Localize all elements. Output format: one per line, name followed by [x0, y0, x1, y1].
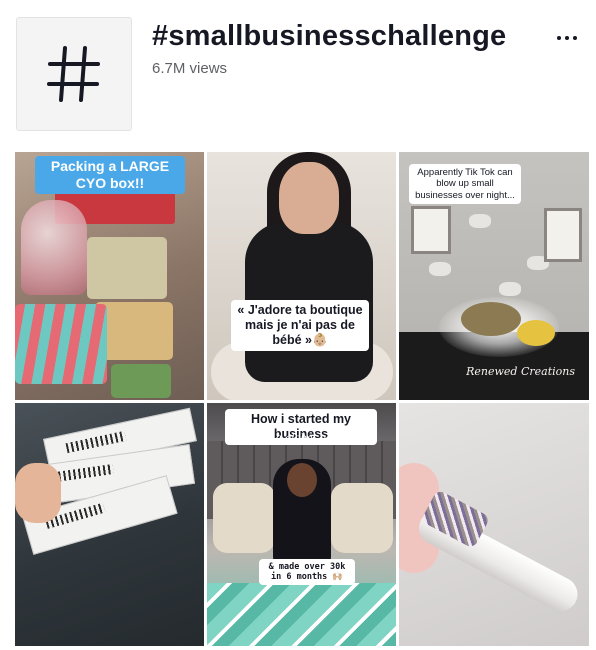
video-thumbnail[interactable]	[399, 403, 589, 646]
video-thumbnail[interactable]: Packing a LARGE CYO box!!	[15, 152, 204, 400]
video-caption: Packing a LARGE CYO box!!	[35, 156, 185, 194]
video-thumbnail[interactable]: How i started my business During a globa…	[207, 403, 396, 646]
hashtag-header: #smallbusinesschallenge 6.7M views	[0, 0, 596, 150]
pillow	[331, 483, 393, 553]
wallpaper-dog	[429, 262, 451, 276]
hash-icon	[47, 46, 100, 102]
wallpaper-dog	[469, 214, 491, 228]
pet-toy	[517, 320, 555, 346]
wall-frame	[544, 208, 582, 262]
video-caption: « J'adore ta boutique mais je n'ai pas d…	[231, 300, 369, 351]
view-count: 6.7M views	[152, 60, 228, 77]
product-packs	[207, 583, 396, 646]
video-thumbnail[interactable]: « J'adore ta boutique mais je n'ai pas d…	[207, 152, 396, 400]
wall-frame	[411, 206, 451, 254]
pillow	[213, 483, 275, 553]
watermark: Renewed Creations	[466, 365, 575, 378]
video-thumbnail[interactable]: Renewed Creations Apparently Tik Tok can…	[399, 152, 589, 400]
person-face	[279, 162, 339, 234]
video-caption-secondary: & made over 30k in 6 months 🙌🏼	[259, 559, 355, 586]
candy-tray	[111, 364, 171, 398]
candy-tray	[15, 304, 107, 384]
pet-toy	[461, 302, 521, 336]
hand	[15, 463, 61, 523]
person-face	[287, 463, 317, 497]
hashtag-avatar	[16, 17, 132, 131]
video-subcaption: During a global pandemic	[237, 433, 369, 444]
candy-jar	[21, 200, 87, 295]
video-caption: Apparently Tik Tok can blow up small bus…	[409, 164, 521, 205]
video-thumbnail[interactable]	[15, 403, 204, 646]
candy-tray	[87, 237, 167, 299]
more-dots-icon[interactable]	[552, 28, 582, 48]
video-grid: Packing a LARGE CYO box!! « J'adore ta b…	[15, 152, 589, 646]
wallpaper-dog	[499, 282, 521, 296]
hashtag-title: #smallbusinesschallenge	[152, 20, 507, 52]
